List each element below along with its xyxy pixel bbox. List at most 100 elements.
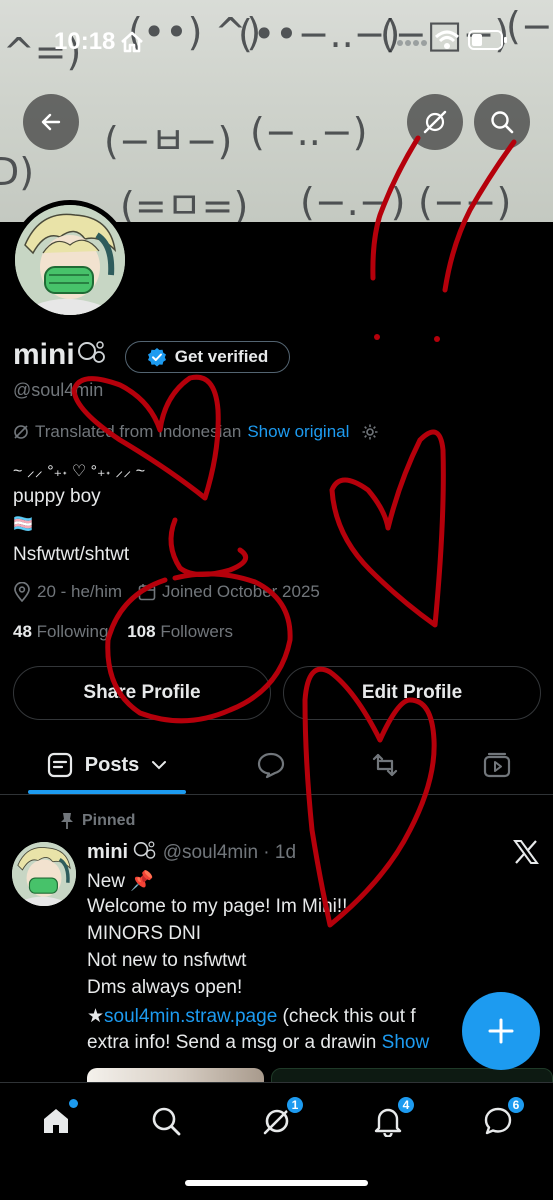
share-profile-button[interactable]: Share Profile <box>13 666 271 720</box>
back-button[interactable] <box>23 94 79 150</box>
search-icon <box>491 111 514 134</box>
grok-badge: 1 <box>285 1095 305 1115</box>
doodle-dot-left <box>374 334 380 340</box>
bubbles-emoji-icon <box>134 841 156 859</box>
home-indicator <box>185 1180 368 1186</box>
post-text-fragment: (check this out f <box>277 1006 416 1027</box>
banner-kaomoji: D) <box>0 150 35 194</box>
tab-media[interactable] <box>472 735 522 795</box>
tab-posts[interactable]: Posts <box>28 735 186 795</box>
x-logo-icon <box>513 840 539 864</box>
home-unread-dot <box>69 1099 78 1108</box>
reposts-tab-icon <box>372 753 398 777</box>
following-count: 48 <box>13 622 32 641</box>
tab-replies[interactable] <box>246 735 296 795</box>
posts-tab-icon <box>47 752 72 778</box>
bubbles-emoji-icon <box>77 341 105 363</box>
battery-icon <box>468 30 507 50</box>
banner-kaomoji: (−..−) <box>250 110 368 154</box>
status-bar: 10:18 <box>0 0 553 80</box>
location-icon <box>14 582 30 602</box>
post-link[interactable]: soul4min.straw.page <box>104 1006 277 1027</box>
star-symbol: ★ <box>87 1006 105 1027</box>
nav-explore[interactable] <box>146 1101 186 1141</box>
messages-badge: 6 <box>506 1095 526 1115</box>
calendar-icon <box>138 584 156 601</box>
edit-profile-label: Edit Profile <box>361 682 463 703</box>
compose-plus-icon <box>488 1018 514 1044</box>
post-text-line: Not new to nsfwtwt <box>87 950 247 971</box>
edit-profile-button[interactable]: Edit Profile <box>283 666 541 720</box>
banner-kaomoji: (=ㅁ=) <box>120 184 249 222</box>
back-arrow-icon <box>41 113 61 131</box>
translated-label: Translated from Indonesian <box>35 422 242 441</box>
avatar-illustration <box>15 205 125 315</box>
home-status-icon <box>121 31 143 53</box>
nav-messages[interactable]: 6 <box>478 1095 526 1141</box>
bio-line: Nsfwtwt/shtwt <box>13 544 130 565</box>
verified-badge-icon <box>147 348 166 367</box>
post-text-line: MINORS DNI <box>87 923 201 944</box>
compose-button[interactable] <box>462 992 540 1070</box>
nav-home[interactable] <box>36 1099 78 1141</box>
banner-kaomoji: (−ㅂ−) <box>104 119 233 163</box>
post-header: mini @soul4min · 1d <box>87 840 296 864</box>
profile-meta: 20 - he/him Joined October 2025 <box>13 582 320 602</box>
status-time: 10:18 <box>54 28 116 55</box>
pinned-label: Pinned <box>82 812 136 829</box>
following-label: Following <box>36 622 109 641</box>
show-original-link[interactable]: Show original <box>247 422 349 442</box>
avatar-illustration <box>12 842 76 906</box>
share-profile-label: Share Profile <box>83 682 201 703</box>
profile-avatar[interactable] <box>10 200 130 320</box>
post-handle: @soul4min <box>162 842 259 863</box>
tab-posts-label: Posts <box>84 753 140 776</box>
search-button[interactable] <box>474 94 530 150</box>
post-text-line-last: extra info! Send a msg or a drawin Show <box>87 1032 429 1054</box>
wifi-icon <box>434 30 460 49</box>
get-verified-button[interactable]: Get verified <box>125 341 290 373</box>
post-time: · 1d <box>263 842 297 863</box>
replies-tab-icon <box>257 752 285 779</box>
location-text: 20 - he/him <box>37 582 123 601</box>
tab-reposts[interactable] <box>360 735 410 795</box>
profile-handle: @soul4min <box>13 380 104 400</box>
profile-tabs: Posts <box>0 735 553 795</box>
followers-link[interactable]: 108 Followers <box>127 622 233 641</box>
post-text-line-link: ★soul4min.straw.page (check this out f <box>87 1005 416 1028</box>
post-author[interactable]: mini <box>87 841 128 863</box>
post-text-line: Dms always open! <box>87 977 243 998</box>
bio-line: ~ ⸝⸝ °₊˖ ♡ °₊˖ ⸝⸝ ~ <box>13 463 146 480</box>
home-icon <box>44 1109 68 1133</box>
translation-row: Translated from Indonesian Show original <box>13 422 379 442</box>
name-row: mini <box>13 338 107 372</box>
settings-icon[interactable] <box>361 423 379 441</box>
banner-kaomoji: (−.−) <box>300 180 406 222</box>
active-tab-indicator <box>28 790 186 794</box>
nav-grok[interactable]: 1 <box>257 1095 305 1141</box>
nav-notifications[interactable]: 4 <box>368 1095 416 1141</box>
pin-icon <box>61 813 73 829</box>
followers-label: Followers <box>160 622 234 641</box>
following-link[interactable]: 48 Following <box>13 622 108 641</box>
display-name: mini <box>13 338 75 371</box>
translate-icon <box>14 425 28 439</box>
doodle-dot-right <box>434 336 440 342</box>
banner-kaomoji: (−−) <box>418 180 512 222</box>
bio-line: puppy boy <box>13 486 101 507</box>
doodle-heart-right <box>329 429 446 628</box>
show-more-link[interactable]: Show <box>382 1032 430 1053</box>
follow-stats: 48 Following 108 Followers <box>13 622 233 642</box>
doodle-loop <box>168 517 249 577</box>
pinned-indicator: Pinned <box>60 812 135 830</box>
post-text-line: Welcome to my page! Im Mini!! <box>87 896 348 917</box>
media-tab-icon <box>483 752 511 778</box>
grok-icon <box>423 110 447 134</box>
notifications-badge: 4 <box>396 1095 416 1115</box>
post-avatar[interactable] <box>12 842 76 906</box>
grok-button[interactable] <box>407 94 463 150</box>
post-text-line: New 📌 <box>87 871 154 892</box>
get-verified-label: Get verified <box>174 347 269 366</box>
chevron-down-icon <box>152 761 167 770</box>
explore-icon <box>152 1107 181 1136</box>
